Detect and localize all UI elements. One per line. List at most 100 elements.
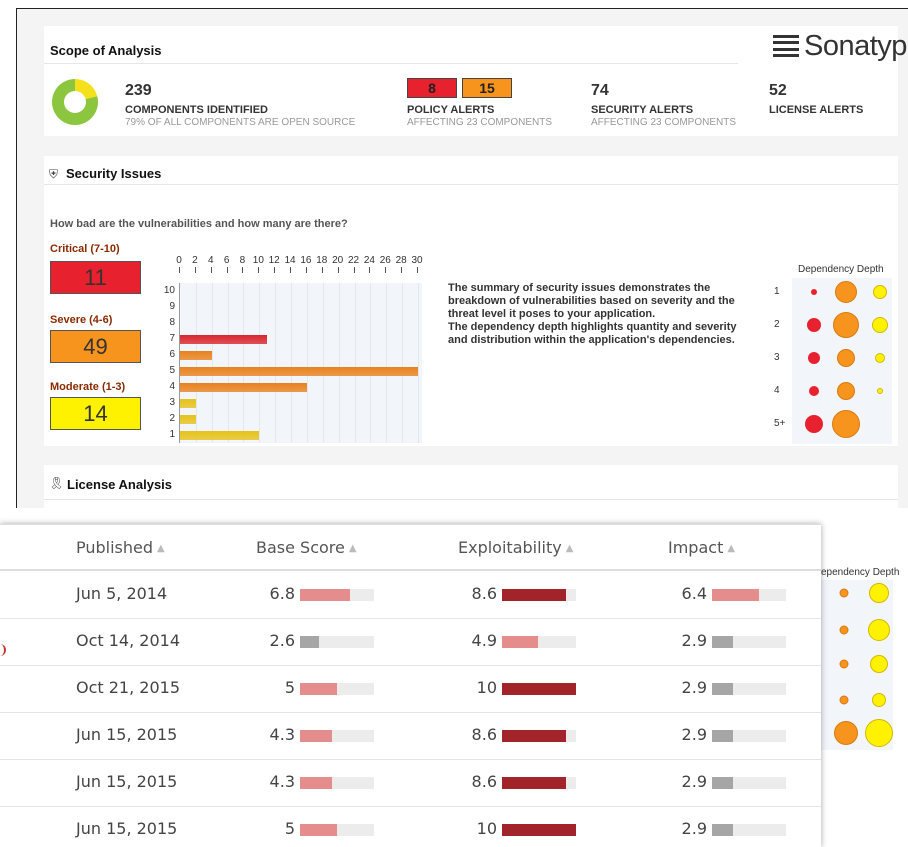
- sonatype-logo: Sonatype: [773, 26, 908, 66]
- exploitability-column-header[interactable]: Exploitability ▲︎: [458, 538, 573, 557]
- exploitability-bar-track: [502, 777, 576, 789]
- impact-value: 2.9: [681, 819, 707, 838]
- published-column-header[interactable]: Published ▲︎: [76, 538, 165, 557]
- impact-bar-fill: [712, 683, 734, 695]
- exploitability-bar-track: [502, 589, 576, 601]
- base-score-bar-fill: [300, 824, 337, 836]
- ribbon-icon: 🎗: [49, 476, 65, 490]
- grid-line: [306, 283, 308, 443]
- table-header-row: Published ▲︎ Base Score ▲︎ Exploitability ▲…: [0, 525, 821, 571]
- policy-alerts-subtext: AFFECTING 23 COMPONENTS: [407, 117, 553, 128]
- grid-line: [275, 283, 277, 443]
- depth-peek-dot: [865, 719, 893, 747]
- depth-dot-critical: [808, 352, 820, 364]
- security-alerts-label: SECURITY ALERTS: [591, 104, 694, 116]
- sort-icon[interactable]: ▲︎: [727, 543, 735, 554]
- moderate-label: Moderate (1-3): [50, 381, 126, 393]
- severity-bar-6: [180, 350, 212, 360]
- grid-line: [418, 283, 419, 443]
- impact-column-header[interactable]: Impact ▲︎: [668, 538, 735, 557]
- license-alerts-count: 52: [769, 82, 787, 99]
- base-score-value: 4.3: [269, 725, 295, 744]
- sort-icon[interactable]: ▲︎: [349, 543, 357, 554]
- impact-value: 2.9: [681, 725, 707, 744]
- dependency-depth-title: Dependency Depth: [798, 264, 884, 275]
- x-tick-label: 26: [379, 255, 391, 266]
- published-date: Jun 15, 2015: [76, 725, 178, 744]
- grid-line: [243, 283, 245, 443]
- grid-line: [211, 283, 213, 443]
- x-tick-mark: [210, 267, 212, 273]
- x-tick-mark: [290, 267, 292, 273]
- x-tick-label: 0: [176, 255, 182, 266]
- sort-icon[interactable]: ▲︎: [157, 543, 165, 554]
- exploitability-value: 10: [476, 678, 497, 697]
- exploitability-bar-track: [502, 683, 576, 695]
- exploitability-bar-fill: [502, 777, 566, 789]
- depth-peek-dot: [834, 721, 858, 745]
- x-tick-mark: [179, 267, 180, 273]
- base-score-bar-fill: [300, 683, 337, 695]
- shield-icon: ⛨: [49, 167, 59, 181]
- depth-dot-severe: [832, 410, 860, 438]
- published-date: Jun 5, 2014: [76, 584, 168, 603]
- x-tick-label: 16: [300, 255, 312, 266]
- exploitability-value: 4.9: [471, 631, 497, 650]
- x-tick-label: 10: [252, 255, 264, 266]
- moderate-count-box: 14: [50, 397, 141, 430]
- components-count: 239: [125, 82, 152, 99]
- sort-icon[interactable]: ▲︎: [566, 543, 574, 554]
- table-row[interactable]: Oct 21, 2015 5 10 2.9: [0, 666, 821, 713]
- base-score-value: 4.3: [269, 772, 295, 791]
- table-row[interactable]: Jun 15, 2015 4.3 8.6 2.9: [0, 713, 821, 760]
- x-tick-label: 6: [223, 255, 230, 266]
- table-row[interactable]: Jun 15, 2015 4.3 8.6 2.9: [0, 760, 821, 807]
- y-tick-label: 5: [169, 365, 175, 376]
- vulnerabilities-table: Published ▲︎ Base Score ▲︎ Exploitability ▲…: [0, 524, 821, 847]
- table-row[interactable]: Jun 5, 2014 6.8 8.6 6.4: [0, 572, 821, 619]
- impact-bar-fill: [712, 589, 760, 601]
- impact-bar-fill: [712, 777, 734, 789]
- severity-bar-4: [180, 382, 307, 392]
- x-tick-label: 24: [363, 255, 375, 266]
- base-score-bar-track: [300, 589, 374, 601]
- base-score-bar-track: [300, 636, 374, 648]
- exploitability-header-label: Exploitability: [458, 538, 562, 557]
- depth-dot-moderate: [873, 285, 887, 299]
- base-score-column-header[interactable]: Base Score ▲︎: [256, 538, 357, 557]
- exploitability-bar-track: [502, 824, 576, 836]
- policy-critical-badge: 8: [407, 78, 457, 98]
- y-tick-label: 1: [169, 429, 175, 440]
- x-tick-mark: [385, 267, 387, 273]
- security-title-rule: [44, 184, 898, 185]
- scope-of-analysis-card: Scope of Analysis Sonatype 239 COMPONENT…: [44, 26, 908, 136]
- base-score-bar-track: [300, 683, 374, 695]
- policy-alerts-label: POLICY ALERTS: [407, 104, 495, 116]
- grid-line: [386, 283, 388, 443]
- table-row[interactable]: Jun 15, 2015 5 10 2.9: [0, 807, 821, 847]
- x-tick-mark: [242, 267, 244, 273]
- report-window: Scope of Analysis Sonatype 239 COMPONENT…: [16, 8, 908, 525]
- exploitability-bar-fill: [502, 730, 566, 742]
- table-row[interactable]: Oct 14, 2014 2.6 4.9 2.9: [0, 619, 821, 666]
- severity-bar-1: [180, 430, 260, 440]
- grid-line: [259, 283, 261, 443]
- exploitability-bar-fill: [502, 683, 576, 695]
- security-alerts-count: 74: [591, 82, 609, 99]
- y-tick-label: 8: [169, 317, 175, 328]
- depth-peek-dot: [872, 693, 886, 707]
- license-analysis-card: 🎗 License Analysis: [44, 465, 898, 525]
- depth-dot-moderate: [872, 317, 888, 333]
- base-score-value: 6.8: [269, 584, 295, 603]
- security-summary-text: The summary of security issues demonstra…: [448, 282, 737, 346]
- grid-line: [354, 283, 356, 443]
- depth-dot-critical: [807, 318, 821, 332]
- base-score-value: 5: [284, 678, 295, 697]
- depth-row-label: 5+: [774, 418, 786, 429]
- exploitability-bar-track: [502, 730, 576, 742]
- depth-dot-critical: [805, 415, 823, 433]
- published-date: Oct 21, 2015: [76, 678, 180, 697]
- depth-dot-severe: [835, 281, 857, 303]
- x-tick-label: 12: [268, 255, 280, 266]
- security-question: How bad are the vulnerabilities and how …: [50, 218, 348, 230]
